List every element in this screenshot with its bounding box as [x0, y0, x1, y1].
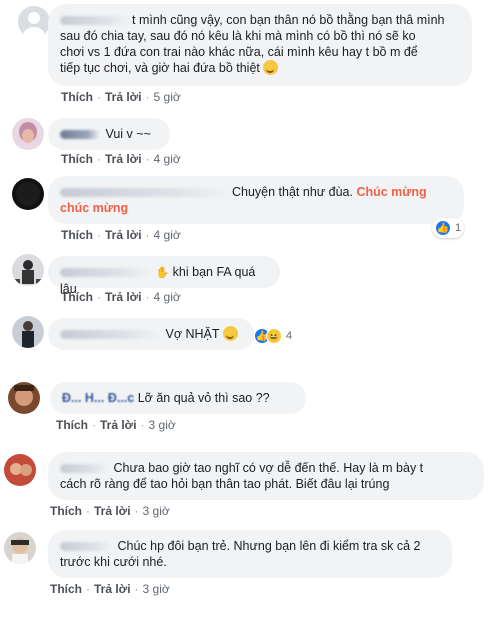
avatar[interactable]: [12, 178, 44, 210]
comment-bubble: Vui v ~~: [48, 118, 170, 150]
blurred-commenter-name[interactable]: [60, 464, 108, 474]
reply-link[interactable]: Trả lời: [105, 290, 142, 304]
reaction-number: 4: [286, 330, 293, 342]
default-avatar-icon: [18, 6, 50, 38]
like-link[interactable]: Thích: [56, 418, 88, 432]
profile-photo-icon: [4, 454, 36, 486]
avatar[interactable]: [12, 254, 44, 286]
comment-text: Vui v ~~: [105, 127, 151, 141]
comment-bubble: Chúc hp đôi bạn trẻ. Nhưng bạn lên đi ki…: [48, 530, 452, 578]
blurred-commenter-name[interactable]: [60, 330, 160, 340]
timestamp[interactable]: 4 giờ: [154, 152, 181, 166]
comment-text: Chuyện thật như đùa.: [232, 185, 353, 199]
timestamp[interactable]: 4 giờ: [154, 290, 181, 304]
comment-text: Vợ NHẶT: [165, 327, 220, 341]
timestamp[interactable]: 4 giờ: [154, 228, 181, 242]
profile-photo-icon: [12, 254, 44, 286]
comment-text: Chưa bao giờ tao nghĩ có vợ dễ đến thế. …: [113, 461, 424, 475]
comment-bubble: t mình cũng vậy, con bạn thân nó bồ thằn…: [48, 4, 472, 86]
reply-link[interactable]: Trả lời: [105, 90, 142, 104]
comment-text: tiếp tục chơi, và giờ hai đứa bồ thiệt: [60, 61, 260, 75]
reaction-count[interactable]: 👍 😆 4: [254, 326, 292, 346]
comment-actions: Thích · Trả lời · 3 giờ: [56, 418, 176, 432]
avatar[interactable]: [4, 532, 36, 564]
comment-actions: Thích · Trả lời · 3 giờ: [50, 504, 170, 518]
comment-text: trước khi cưới nhé.: [60, 555, 167, 569]
profile-photo-icon: [4, 532, 36, 564]
reply-link[interactable]: Trả lời: [100, 418, 137, 432]
comment-7: Chưa bao giờ tao nghĩ có vợ dễ đến thế. …: [0, 448, 500, 520]
comment-bubble: Vợ NHẶT: [48, 318, 254, 350]
timestamp[interactable]: 3 giờ: [143, 582, 170, 596]
comment-actions: Thích · Trả lời · 4 giờ: [61, 152, 181, 166]
blurred-commenter-name[interactable]: [60, 130, 100, 140]
commenter-name[interactable]: Đ... H... Đ...c: [62, 391, 134, 405]
comment-actions: Thích · Trả lời · 4 giờ: [61, 290, 181, 304]
comment-bubble: Chưa bao giờ tao nghĩ có vợ dễ đến thế. …: [48, 452, 484, 500]
profile-photo-icon: [8, 382, 40, 414]
reaction-number: 1: [455, 222, 462, 234]
comment-bubble: Đ... H... Đ...c Lỡ ăn quả vỏ thì sao ??: [50, 382, 306, 414]
reaction-count[interactable]: 👍 1: [432, 218, 465, 238]
comment-text: Chúc hp đôi bạn trẻ. Nhưng bạn lên đi ki…: [117, 539, 421, 553]
like-link[interactable]: Thích: [61, 228, 93, 242]
comment-6: Đ... H... Đ...c Lỡ ăn quả vỏ thì sao ?? …: [0, 378, 500, 434]
comment-actions: Thích · Trả lời · 4 giờ: [61, 228, 181, 242]
laughing-emoji-icon: [222, 326, 238, 341]
comment-text: chơi vs 1 đứa con trai nào khác nữa, cái…: [60, 45, 418, 59]
haha-reaction-icon: 😆: [266, 328, 282, 344]
comment-actions: Thích · Trả lời · 5 giờ: [61, 90, 181, 104]
timestamp[interactable]: 5 giờ: [154, 90, 181, 104]
comment-bubble: Chuyện thật như đùa. Chúc mừng chúc mừng: [48, 176, 464, 224]
like-link[interactable]: Thích: [61, 290, 93, 304]
highlighted-text: Chúc mừng: [356, 185, 427, 199]
blurred-commenter-name[interactable]: [60, 188, 230, 198]
profile-photo-icon: [12, 178, 44, 210]
comment-2: Vui v ~~ Thích · Trả lời · 4 giờ: [0, 114, 500, 168]
avatar[interactable]: [12, 316, 44, 348]
avatar[interactable]: [18, 6, 50, 38]
comment-8: Chúc hp đôi bạn trẻ. Nhưng bạn lên đi ki…: [0, 526, 500, 602]
like-link[interactable]: Thích: [50, 582, 82, 596]
reply-link[interactable]: Trả lời: [105, 152, 142, 166]
profile-photo-icon: [12, 118, 44, 150]
waving-hand-icon: ✋: [155, 267, 170, 279]
like-link[interactable]: Thích: [61, 90, 93, 104]
blurred-commenter-name[interactable]: [60, 542, 112, 552]
comment-text: sau đó chia tay, sau đó nó kêu là khi mà…: [60, 29, 416, 43]
comment-bubble: ✋ khi bạn FA quá lâu: [48, 256, 280, 296]
reply-link[interactable]: Trả lời: [94, 504, 131, 518]
reply-link[interactable]: Trả lời: [94, 582, 131, 596]
like-link[interactable]: Thích: [50, 504, 82, 518]
timestamp[interactable]: 3 giờ: [143, 504, 170, 518]
reply-link[interactable]: Trả lời: [105, 228, 142, 242]
blurred-commenter-name[interactable]: [60, 16, 130, 26]
like-link[interactable]: Thích: [61, 152, 93, 166]
comment-3: Chuyện thật như đùa. Chúc mừng chúc mừng…: [0, 172, 500, 246]
comment-text: t mình cũng vậy, con bạn thân nó bồ thằn…: [132, 13, 445, 27]
like-reaction-icon: 👍: [435, 220, 451, 236]
laughing-emoji-icon: [263, 60, 279, 75]
avatar[interactable]: [4, 454, 36, 486]
avatar[interactable]: [8, 382, 40, 414]
comment-5: Vợ NHẶT 👍 😆 4: [0, 312, 500, 358]
timestamp[interactable]: 3 giờ: [149, 418, 176, 432]
highlighted-text: chúc mừng: [60, 201, 129, 215]
avatar[interactable]: [12, 118, 44, 150]
comment-text: cách rõ ràng để tao hỏi bạn thân tao phá…: [60, 477, 390, 491]
comment-1: t mình cũng vậy, con bạn thân nó bồ thằn…: [0, 0, 500, 110]
comment-4: ✋ khi bạn FA quá lâu Thích · Trả lời · 4 giờ: [0, 250, 500, 306]
profile-photo-icon: [12, 316, 44, 348]
comment-actions: Thích · Trả lời · 3 giờ: [50, 582, 170, 596]
comment-text: Lỡ ăn quả vỏ thì sao ??: [137, 391, 270, 405]
blurred-commenter-name[interactable]: [60, 268, 150, 278]
